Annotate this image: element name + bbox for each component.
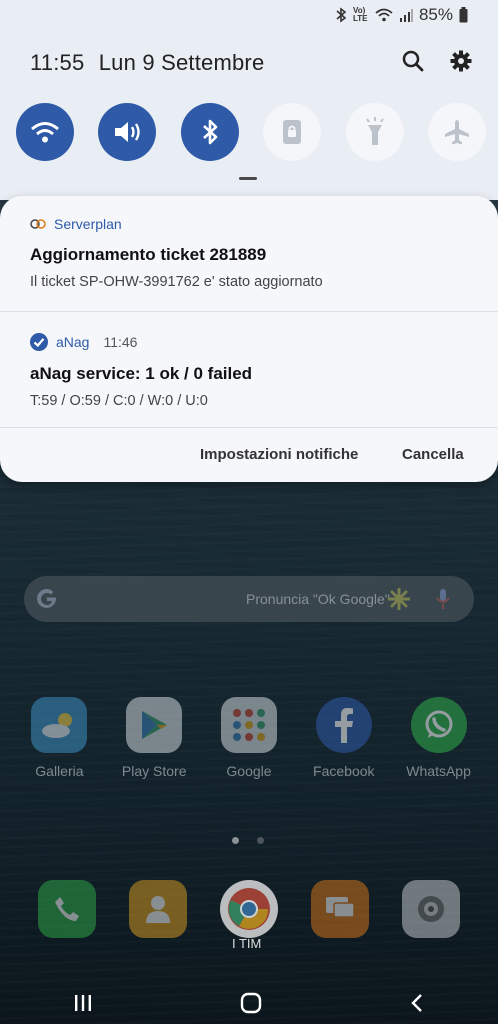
bluetooth-status-icon xyxy=(336,7,347,23)
chrome-icon[interactable] xyxy=(219,880,278,938)
page-dot xyxy=(257,837,264,844)
facebook-icon xyxy=(315,697,372,753)
google-g-icon xyxy=(37,588,57,608)
messages-icon[interactable] xyxy=(310,880,369,938)
volte-icon: Vo) LTE xyxy=(352,6,368,23)
notification-header: Serverplan xyxy=(30,216,470,232)
app-label: Google xyxy=(226,763,272,779)
assistant-icon[interactable] xyxy=(388,588,410,610)
app-facebook[interactable]: Facebook xyxy=(305,697,383,779)
wifi-toggle[interactable] xyxy=(16,103,74,161)
carrier-label: I TIM xyxy=(232,936,262,951)
camera-icon[interactable] xyxy=(401,880,460,938)
divider xyxy=(0,427,498,428)
search-hint: Pronuncia "Ok Google" xyxy=(246,591,390,607)
app-label: Galleria xyxy=(35,763,84,779)
home-icon[interactable] xyxy=(240,992,262,1014)
search-icon[interactable] xyxy=(402,50,424,72)
bluetooth-icon xyxy=(202,119,218,145)
wifi-icon xyxy=(31,122,59,143)
rotation-lock-toggle[interactable] xyxy=(263,103,322,161)
notification-time: 11:46 xyxy=(103,334,138,350)
signal-icon xyxy=(399,9,413,22)
dock xyxy=(0,880,498,938)
notification-actions: Impostazioni notifiche Cancella xyxy=(0,446,498,468)
back-icon[interactable] xyxy=(409,992,425,1014)
notification-app-name: Serverplan xyxy=(54,216,122,232)
quick-settings xyxy=(16,103,486,161)
sound-toggle[interactable] xyxy=(98,103,157,161)
navigation-bar xyxy=(0,982,498,1024)
settings-gear-icon[interactable] xyxy=(450,50,472,72)
clear-all-button[interactable]: Cancella xyxy=(402,446,464,463)
clock: 11:55 xyxy=(30,50,85,75)
notification-anag[interactable]: aNag 11:46 aNag service: 1 ok / 0 failed… xyxy=(30,333,470,409)
shade-top-actions xyxy=(402,50,472,72)
mic-icon[interactable] xyxy=(436,588,450,610)
app-label: WhatsApp xyxy=(406,763,471,779)
notification-body: Il ticket SP-OHW-3991762 e' stato aggior… xyxy=(30,274,323,290)
contacts-icon[interactable] xyxy=(129,880,188,938)
serverplan-app-icon xyxy=(30,219,46,229)
whatsapp-icon xyxy=(410,697,467,753)
app-galleria[interactable]: Galleria xyxy=(20,697,98,779)
check-circle-icon xyxy=(30,333,48,351)
rotation-lock-icon xyxy=(283,120,302,144)
notification-app-name: aNag xyxy=(56,334,90,350)
divider xyxy=(0,311,498,312)
app-whatsapp[interactable]: WhatsApp xyxy=(400,697,478,779)
home-screen: Pronuncia "Ok Google" Galleria Play Stor… xyxy=(0,482,498,1024)
gallery-icon xyxy=(31,697,88,753)
notification-header: aNag 11:46 xyxy=(30,333,470,351)
page-dot-active xyxy=(232,837,239,844)
app-play-store[interactable]: Play Store xyxy=(115,697,193,779)
app-google[interactable]: Google xyxy=(210,697,288,779)
notification-serverplan[interactable]: Serverplan Aggiornamento ticket 281889 I… xyxy=(30,216,470,290)
google-search-bar[interactable]: Pronuncia "Ok Google" xyxy=(24,576,474,622)
recent-apps-icon[interactable] xyxy=(73,994,93,1012)
page-indicator xyxy=(232,837,264,844)
bluetooth-toggle[interactable] xyxy=(180,103,239,161)
airplane-toggle[interactable] xyxy=(427,103,486,161)
google-folder-icon xyxy=(220,697,277,753)
volume-icon xyxy=(115,122,141,142)
status-bar: Vo) LTE 85% xyxy=(335,4,468,26)
notifications-panel: Serverplan Aggiornamento ticket 281889 I… xyxy=(0,196,498,482)
battery-icon xyxy=(459,7,468,23)
app-label: Play Store xyxy=(121,763,187,779)
flashlight-icon xyxy=(365,117,384,145)
app-label: Facebook xyxy=(313,763,375,779)
airplane-icon xyxy=(444,120,469,145)
notification-title: Aggiornamento ticket 281889 xyxy=(30,245,267,264)
date: Lun 9 Settembre xyxy=(98,50,265,75)
shade-drag-handle[interactable] xyxy=(239,177,257,180)
wifi-status-icon xyxy=(375,8,393,22)
notification-body: T:59 / O:59 / C:0 / W:0 / U:0 xyxy=(30,393,208,409)
notification-title: aNag service: 1 ok / 0 failed xyxy=(30,364,253,383)
notification-shade: Vo) LTE 85% 11:55 Lun 9 Settembre xyxy=(0,0,498,200)
home-apps: Galleria Play Store Google Facebook What… xyxy=(0,697,498,779)
flashlight-toggle[interactable] xyxy=(345,103,404,161)
notification-settings-button[interactable]: Impostazioni notifiche xyxy=(200,446,358,463)
phone-icon[interactable] xyxy=(38,880,97,938)
date-time: 11:55 Lun 9 Settembre xyxy=(30,50,272,76)
battery-percent: 85% xyxy=(418,5,453,24)
play-store-icon xyxy=(126,697,183,753)
